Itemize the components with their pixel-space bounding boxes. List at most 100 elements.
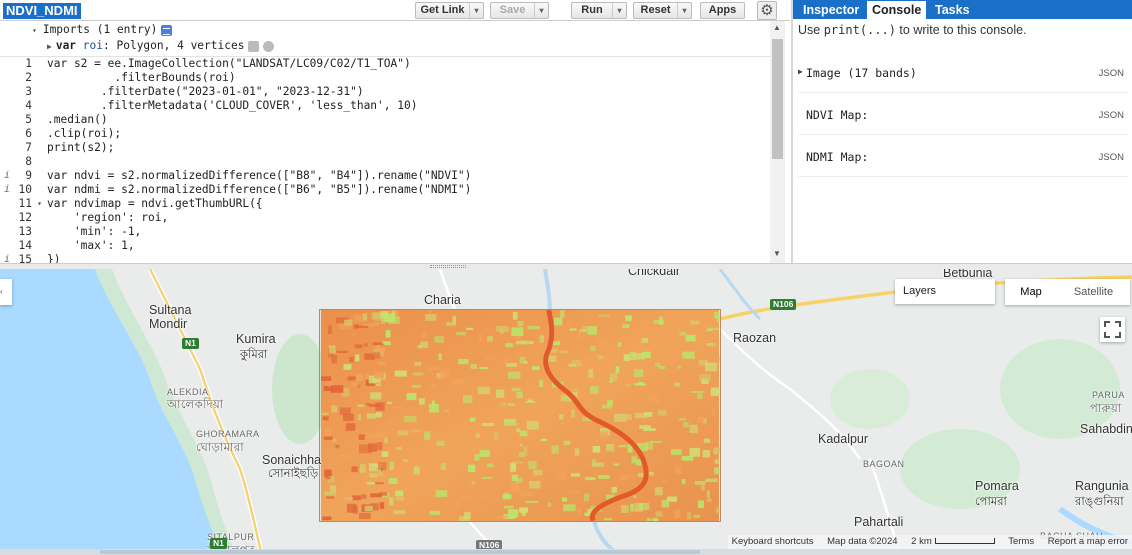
console-entry[interactable]: ▶ Image (17 bands) JSON [798, 53, 1128, 93]
ndvi-pixel-patch [344, 319, 353, 326]
line-number-text: 15 [18, 253, 32, 263]
ndvi-pixel-patch [353, 314, 362, 323]
ndvi-pixel-patch [617, 342, 622, 347]
scroll-up-icon[interactable]: ▲ [773, 23, 781, 32]
ndvi-pixel-patch [389, 497, 394, 506]
code-line[interactable]: 'max': 1, [47, 239, 135, 253]
fullscreen-icon[interactable] [1100, 317, 1125, 342]
map-type-map[interactable]: Map [1005, 279, 1057, 305]
chevron-down-icon[interactable]: ▾ [469, 3, 483, 18]
ndvi-pixel-patch [639, 425, 652, 429]
chevron-right-icon[interactable]: ▶ [47, 42, 52, 51]
drag-handle-icon[interactable] [430, 265, 466, 268]
json-button[interactable]: JSON [1099, 152, 1124, 163]
place-label: Chickdair [628, 269, 681, 278]
tab-inspector[interactable]: Inspector [798, 1, 864, 19]
line-gutter: 1 2 3 4 5 6 7 8 9 i 10 i 11 ▾ 12 13 14 15 i [0, 57, 44, 263]
code-line[interactable]: .filterMetadata('CLOUD_COVER', 'less_tha… [47, 99, 418, 113]
ndvi-pixel-patch [516, 391, 523, 399]
chevron-down-icon[interactable]: ▾ [534, 3, 548, 18]
code-line[interactable]: .median() [47, 113, 108, 127]
ndvi-pixel-patch [322, 516, 332, 521]
map-view[interactable]: Chickdair Betbunia Charia Sultana Mondir Kumi… [0, 269, 1132, 555]
save-button[interactable]: Save ▾ [490, 2, 549, 19]
code-line[interactable]: .clip(roi); [47, 127, 121, 141]
reset-button[interactable]: Reset ▾ [633, 2, 692, 19]
code-area[interactable]: var s2 = ee.ImageCollection("LANDSAT/LC0… [47, 57, 767, 263]
ndvi-pixel-patch [571, 409, 575, 418]
console-entry[interactable]: NDMI Map: JSON [798, 137, 1128, 177]
ndvi-pixel-patch [599, 431, 609, 440]
code-line[interactable]: var s2 = ee.ImageCollection("LANDSAT/LC0… [47, 57, 411, 71]
script-title[interactable]: NDVI_NDMI [3, 3, 81, 19]
info-icon[interactable]: i [4, 183, 10, 197]
target-icon[interactable] [263, 40, 275, 52]
code-line[interactable]: print(s2); [47, 141, 114, 155]
ndvi-pixel-patch [412, 372, 424, 376]
ndvi-pixel-patch [644, 411, 653, 417]
info-icon[interactable]: i [4, 169, 10, 183]
ndvi-pixel-patch [559, 350, 568, 354]
ndvi-pixel-patch [481, 476, 493, 480]
chevron-left-icon[interactable]: ‹ [0, 279, 12, 305]
chevron-down-icon[interactable]: ▾ [612, 3, 626, 18]
report-map-error-link[interactable]: Report a map error [1048, 536, 1128, 547]
edit-geometry-icon[interactable] [248, 40, 260, 52]
layers-button[interactable]: Layers [895, 279, 995, 304]
ndvi-pixel-patch [331, 438, 337, 443]
imports-header[interactable]: ▾ Imports (1 entry) [32, 22, 173, 38]
place-label: Pomara [975, 479, 1019, 493]
bottom-scrollbar[interactable] [0, 549, 1132, 555]
scrollbar-thumb[interactable] [100, 550, 700, 554]
document-icon[interactable] [161, 24, 173, 36]
ndvi-pixel-patch [591, 462, 604, 467]
code-line[interactable]: var ndmi = s2.normalizedDifference(["B6"… [47, 183, 471, 197]
ndvi-layer[interactable] [319, 309, 721, 522]
json-button[interactable]: JSON [1099, 110, 1124, 121]
apps-button[interactable]: Apps [700, 2, 745, 19]
code-line[interactable]: var ndvimap = ndvi.getThumbURL({ [47, 197, 263, 211]
ndvi-pixel-patch [630, 503, 634, 512]
ndvi-pixel-patch [505, 342, 513, 348]
editor-scrollbar[interactable]: ▲ ▼ [770, 21, 785, 263]
tab-tasks[interactable]: Tasks [930, 1, 975, 19]
scroll-down-icon[interactable]: ▼ [773, 249, 781, 258]
ndvi-pixel-patch [384, 437, 388, 444]
ndvi-pixel-patch [381, 451, 389, 457]
fold-icon[interactable]: ▾ [37, 197, 42, 211]
gear-icon[interactable]: ⚙ [757, 1, 777, 20]
chevron-down-icon[interactable]: ▾ [32, 26, 37, 35]
ndvi-pixel-patch [325, 476, 331, 480]
info-icon[interactable]: i [4, 253, 10, 263]
ndvi-pixel-patch [451, 378, 464, 385]
code-editor[interactable]: ▾ Imports (1 entry) ▶ var roi: Polygon, 4 … [0, 21, 785, 263]
code-line[interactable]: .filterBounds(roi) [47, 71, 235, 85]
code-line[interactable]: 'region': roi, [47, 211, 168, 225]
ndvi-pixel-patch [322, 416, 329, 421]
line-number-text: 7 [25, 141, 32, 154]
tab-console[interactable]: Console [867, 1, 927, 19]
ndvi-pixel-patch [647, 518, 659, 521]
ndvi-pixel-patch [698, 374, 711, 381]
scale-label[interactable]: 2 km [911, 536, 932, 547]
ndvi-pixel-patch [321, 376, 332, 381]
chevron-down-icon[interactable]: ▾ [677, 3, 691, 18]
ndvi-pixel-patch [372, 322, 380, 326]
import-roi[interactable]: ▶ var roi: Polygon, 4 vertices [47, 38, 275, 54]
code-line[interactable]: 'min': -1, [47, 225, 141, 239]
terms-link[interactable]: Terms [1008, 536, 1034, 547]
run-button[interactable]: Run ▾ [571, 2, 627, 19]
map-type-satellite[interactable]: Satellite [1057, 279, 1130, 305]
json-button[interactable]: JSON [1099, 68, 1124, 79]
line-number-text: 3 [25, 85, 32, 98]
keyboard-shortcuts-link[interactable]: Keyboard shortcuts [732, 536, 814, 547]
code-line[interactable]: var ndvi = s2.normalizedDifference(["B8"… [47, 169, 471, 183]
code-line[interactable]: }) [47, 253, 60, 263]
code-line[interactable]: .filterDate("2023-01-01", "2023-12-31") [47, 85, 364, 99]
ndvi-pixel-patch [364, 505, 373, 512]
ndvi-pixel-patch [381, 321, 385, 325]
chevron-right-icon[interactable]: ▶ [798, 67, 803, 76]
console-entry[interactable]: NDVI Map: JSON [798, 95, 1128, 135]
get-link-button[interactable]: Get Link ▾ [415, 2, 484, 19]
scrollbar-thumb[interactable] [772, 39, 783, 159]
